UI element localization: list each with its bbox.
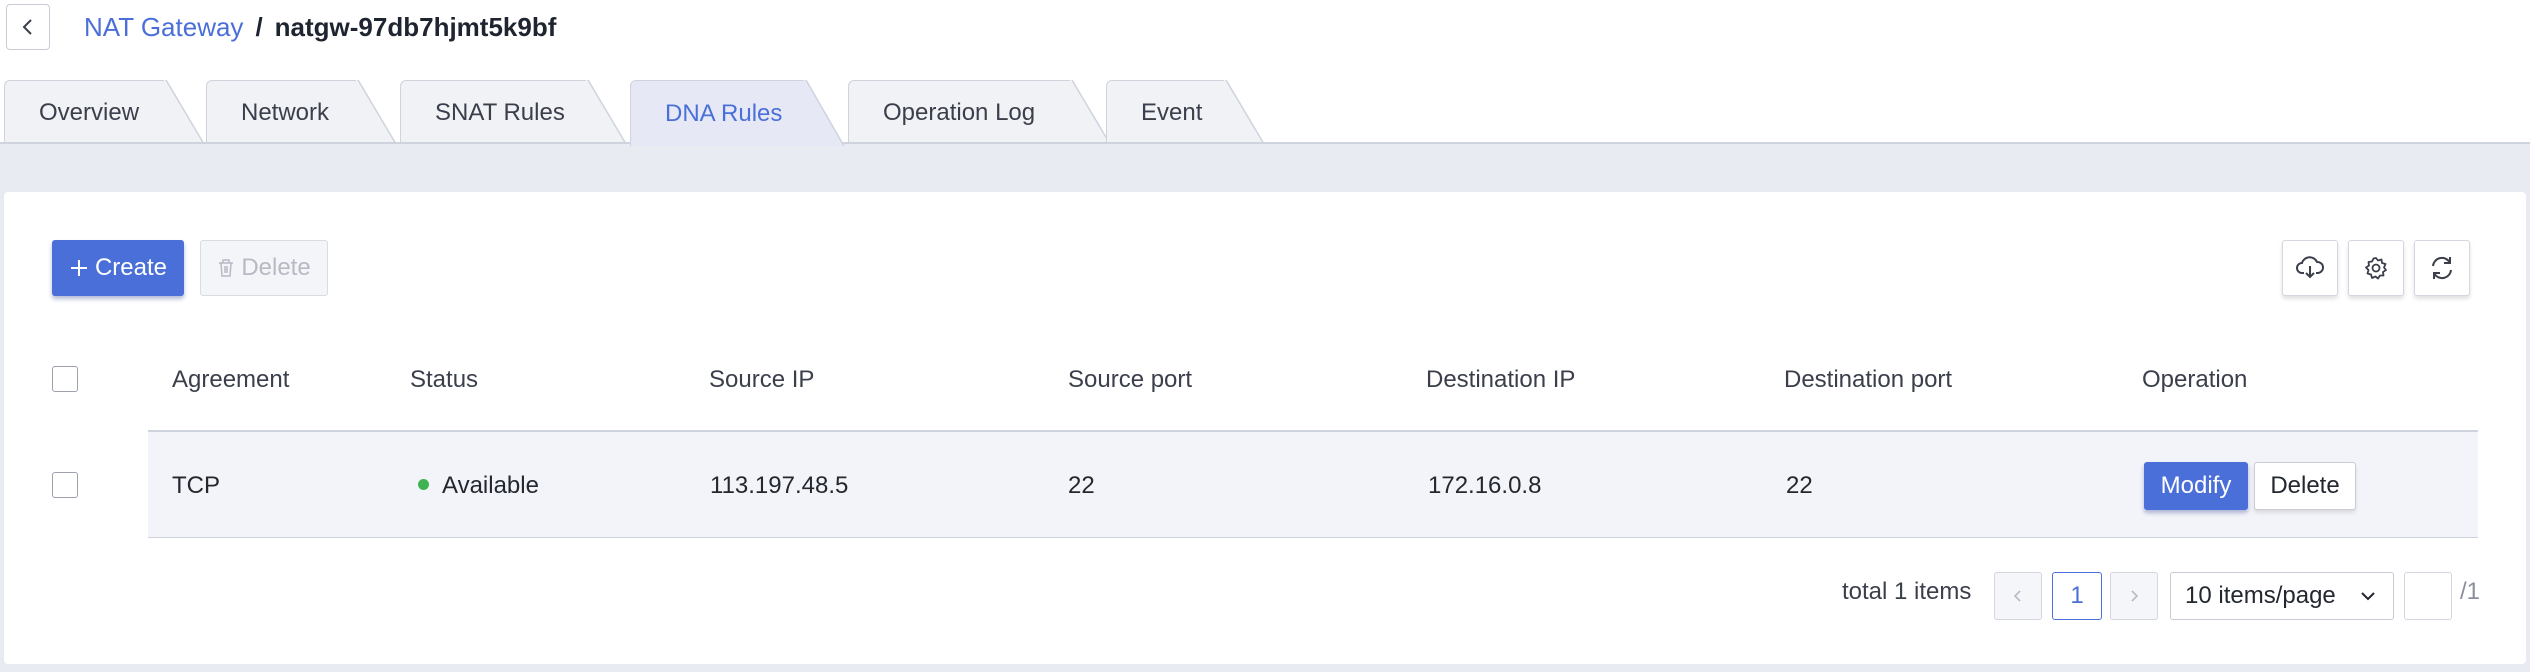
column-header-source-ip: Source IP (709, 366, 815, 393)
cloud-download-icon (2296, 256, 2324, 279)
create-button-label: Create (94, 254, 168, 281)
prev-page-button[interactable] (1994, 572, 2042, 620)
trash-icon (219, 259, 234, 277)
chevron-down-icon (2361, 592, 2375, 601)
status-badge: Available (442, 472, 539, 499)
refresh-icon (2432, 256, 2452, 280)
back-button[interactable] (6, 4, 50, 50)
chevron-left-icon (2013, 590, 2021, 602)
refresh-button[interactable] (2414, 240, 2470, 296)
tab-bar-divider (0, 142, 2530, 144)
modify-button[interactable]: Modify (2144, 462, 2248, 510)
tab-label: Operation Log (883, 98, 1036, 126)
page-title: natgw-97db7hjmt5k9bf (274, 12, 557, 42)
tab-label: Overview (39, 98, 140, 126)
settings-button[interactable] (2348, 240, 2404, 296)
row-delete-button[interactable]: Delete (2254, 462, 2356, 510)
create-button[interactable]: Create (52, 240, 184, 296)
tab-event[interactable]: Event (1106, 80, 1265, 144)
bulk-delete-label: Delete (241, 254, 311, 281)
download-button[interactable] (2282, 240, 2338, 296)
tab-label: SNAT Rules (435, 98, 565, 126)
breadcrumb: NAT Gateway / natgw-97db7hjmt5k9bf (84, 12, 556, 43)
column-header-status: Status (410, 366, 479, 393)
chevron-left-icon (22, 19, 32, 35)
cell-source-port: 22 (1068, 472, 1095, 499)
row-checkbox[interactable] (52, 472, 78, 498)
page-jump-input[interactable] (2404, 572, 2452, 620)
cell-destination-ip: 172.16.0.8 (1428, 472, 1542, 499)
page-number-current[interactable]: 1 (2052, 572, 2102, 620)
next-page-button[interactable] (2110, 572, 2158, 620)
page-size-select[interactable]: 10 items/page (2170, 572, 2394, 620)
gear-icon (2365, 257, 2387, 280)
cell-agreement: TCP (172, 472, 220, 499)
pagination-total: total 1 items (1842, 578, 1972, 605)
column-header-agreement: Agreement (172, 366, 290, 393)
tab-label: Event (1141, 98, 1203, 126)
dna-rules-panel: Create Delete Agreement Status Source IP… (4, 192, 2526, 664)
tab-label: DNA Rules (665, 99, 783, 127)
cell-destination-port: 22 (1786, 472, 1813, 499)
tab-operation-log[interactable]: Operation Log (848, 80, 1111, 144)
page-header: NAT Gateway / natgw-97db7hjmt5k9bf (0, 0, 2530, 80)
select-all-checkbox[interactable] (52, 366, 78, 392)
column-header-destination-ip: Destination IP (1426, 366, 1576, 393)
cell-source-ip: 113.197.48.5 (710, 472, 849, 499)
plus-icon (70, 260, 87, 276)
column-header-operation: Operation (2142, 366, 2248, 393)
status-dot-icon (418, 479, 429, 490)
breadcrumb-separator: / (255, 12, 263, 42)
total-pages: /1 (2460, 578, 2481, 605)
tab-overview[interactable]: Overview (4, 80, 205, 144)
bulk-delete-button[interactable]: Delete (200, 240, 328, 296)
breadcrumb-nat-gateway-link[interactable]: NAT Gateway (84, 12, 243, 43)
tab-bar: Overview Network SNAT Rules DNA Rules Op… (0, 78, 2530, 146)
column-header-source-port: Source port (1068, 366, 1193, 393)
tab-snat-rules[interactable]: SNAT Rules (400, 80, 627, 144)
tab-label: Network (241, 98, 330, 126)
chevron-right-icon (2131, 590, 2139, 602)
column-header-destination-port: Destination port (1784, 366, 1953, 393)
tab-network[interactable]: Network (206, 80, 397, 144)
tab-dna-rules[interactable]: DNA Rules (630, 80, 845, 146)
page-size-value: 10 items/page (2185, 582, 2336, 609)
